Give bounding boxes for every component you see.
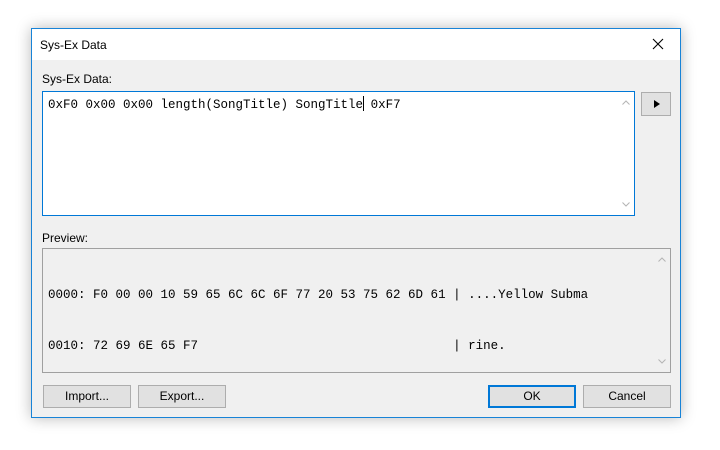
close-icon [652, 38, 664, 50]
sysex-data-input[interactable]: 0xF0 0x00 0x00 length(SongTitle) SongTit… [42, 91, 635, 216]
sysex-data-label: Sys-Ex Data: [42, 72, 113, 86]
sysex-text-before-caret: 0xF0 0x00 0x00 length(SongTitle) SongTit… [48, 98, 364, 112]
play-button[interactable] [641, 92, 671, 116]
preview-label: Preview: [42, 231, 89, 245]
close-button[interactable] [636, 29, 680, 59]
sysex-data-text: 0xF0 0x00 0x00 length(SongTitle) SongTit… [48, 96, 401, 114]
sysex-dialog: Sys-Ex Data Sys-Ex Data: 0xF0 0x00 0x00 … [31, 28, 681, 418]
cancel-button[interactable]: Cancel [583, 385, 671, 408]
ok-button[interactable]: OK [488, 385, 576, 408]
chevron-down-icon[interactable] [657, 356, 667, 366]
play-icon [654, 100, 660, 108]
preview-line: 0000: F0 00 00 10 59 65 6C 6C 6F 77 20 5… [48, 288, 589, 302]
chevron-up-icon[interactable] [621, 98, 631, 108]
chevron-down-icon[interactable] [621, 199, 631, 209]
window-title: Sys-Ex Data [40, 38, 107, 52]
import-button[interactable]: Import... [43, 385, 131, 408]
preview-output[interactable]: 0000: F0 00 00 10 59 65 6C 6C 6F 77 20 5… [42, 248, 671, 373]
chevron-up-icon[interactable] [657, 255, 667, 265]
title-bar[interactable]: Sys-Ex Data [32, 29, 680, 60]
export-button[interactable]: Export... [138, 385, 226, 408]
sysex-text-after-caret: 0xF7 [363, 98, 401, 112]
preview-text: 0000: F0 00 00 10 59 65 6C 6C 6F 77 20 5… [48, 253, 589, 372]
preview-line: 0010: 72 69 6E 65 F7 | rine. [48, 339, 506, 353]
